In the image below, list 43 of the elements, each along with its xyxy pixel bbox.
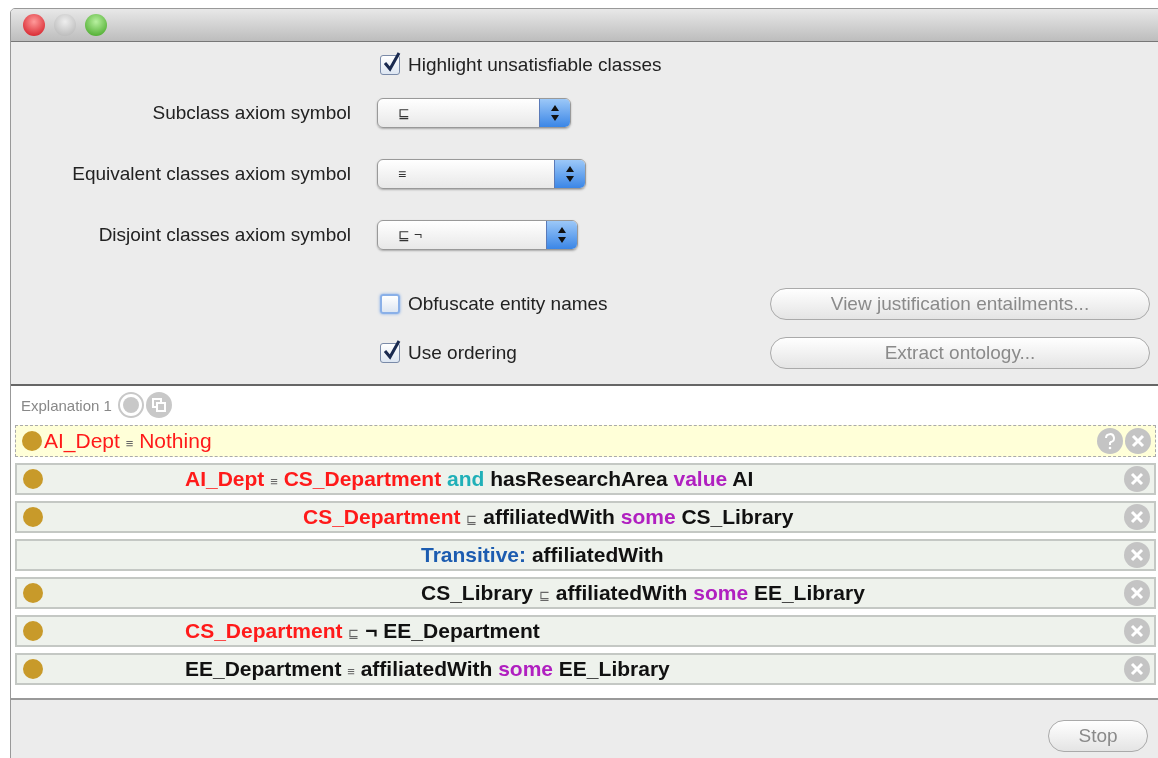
- stepper-icon: [557, 226, 567, 244]
- close-icon[interactable]: [1124, 618, 1150, 644]
- stepper-icon: [550, 104, 560, 122]
- axiom-text: AI_Dept ≡ CS_Department and hasResearchArea value AI: [185, 467, 754, 491]
- checkbox-label: Use ordering: [408, 342, 517, 364]
- axiom-text: CS_Department ⊑ affiliatedWith some CS_Library: [303, 505, 794, 529]
- help-icon[interactable]: [1097, 428, 1123, 454]
- entailment-row[interactable]: AI_Dept ≡ Nothing: [15, 425, 1156, 457]
- record-icon[interactable]: [117, 392, 144, 418]
- dropdown[interactable]: ⊑ ¬: [377, 220, 578, 250]
- axiom-text: CS_Library ⊑ affiliatedWith some EE_Library: [421, 581, 865, 605]
- axiom-row[interactable]: CS_Department ⊑ affiliatedWith some CS_Library: [15, 501, 1156, 533]
- axiom-row[interactable]: CS_Library ⊑ affiliatedWith some EE_Library: [15, 577, 1156, 609]
- field-label: Subclass axiom symbol: [152, 102, 351, 124]
- close-icon[interactable]: [1124, 656, 1150, 682]
- zoom-button[interactable]: [85, 14, 107, 36]
- axiom-text: CS_Department ⊑ ¬ EE_Department: [185, 619, 540, 643]
- checkbox[interactable]: [380, 55, 400, 75]
- close-icon[interactable]: [1124, 542, 1150, 568]
- axiom-row[interactable]: CS_Department ⊑ ¬ EE_Department: [15, 615, 1156, 647]
- axiom-row[interactable]: AI_Dept ≡ CS_Department and hasResearchArea value AI: [15, 463, 1156, 495]
- close-icon[interactable]: [1124, 466, 1150, 492]
- checkbox-label: Highlight unsatisfiable classes: [408, 54, 662, 76]
- copy-icon[interactable]: [145, 392, 172, 418]
- checkbox[interactable]: [380, 343, 400, 363]
- axiom-row[interactable]: EE_Department ≡ affiliatedWith some EE_Library: [15, 653, 1156, 685]
- entailment-text: AI_Dept ≡ Nothing: [44, 429, 212, 453]
- close-icon[interactable]: [1124, 504, 1150, 530]
- axiom-text: EE_Department ≡ affiliatedWith some EE_Library: [185, 657, 670, 681]
- checkbox[interactable]: [380, 294, 400, 314]
- explanation-title: Explanation 1: [21, 396, 112, 414]
- axiom-row[interactable]: Transitive: affiliatedWith: [15, 539, 1156, 571]
- axiom-text: Transitive: affiliatedWith: [421, 543, 664, 567]
- dropdown[interactable]: ⊑: [377, 98, 571, 128]
- close-icon[interactable]: [1125, 428, 1151, 454]
- stepper-icon: [565, 165, 575, 183]
- field-label: Disjoint classes axiom symbol: [98, 224, 351, 246]
- field-label: Equivalent classes axiom symbol: [72, 163, 351, 185]
- dropdown[interactable]: ≡: [377, 159, 586, 189]
- close-icon[interactable]: [1124, 580, 1150, 606]
- minimize-button[interactable]: [54, 14, 76, 36]
- checkbox-label: Obfuscate entity names: [408, 293, 608, 315]
- close-button[interactable]: [23, 14, 45, 36]
